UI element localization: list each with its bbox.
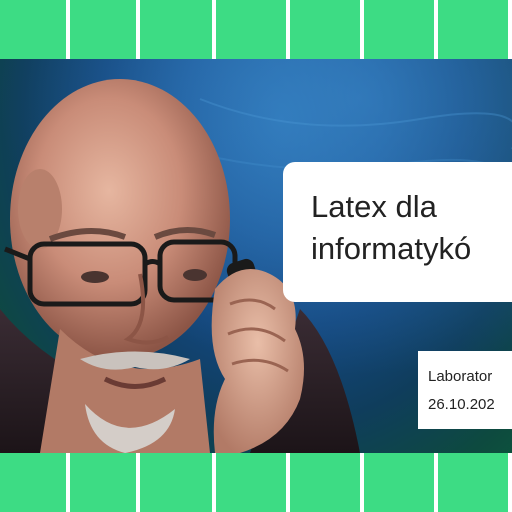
- strip-tile: [70, 0, 140, 59]
- strip-tile: [146, 453, 216, 512]
- strip-tile: [220, 0, 290, 59]
- glasses-bridge: [143, 259, 162, 267]
- strip-tile: [220, 453, 290, 512]
- strip-tile: [442, 0, 512, 59]
- video-frame: Latex dla informatykó Laborator 26.10.20…: [0, 0, 512, 512]
- title-line-1: Latex dla: [311, 189, 437, 224]
- top-decorative-strip: [0, 0, 512, 59]
- strip-tile: [0, 453, 70, 512]
- bottom-decorative-strip: [0, 453, 512, 512]
- strip-tile: [368, 453, 438, 512]
- strip-tile: [70, 453, 140, 512]
- title-card: Latex dla informatykó: [283, 162, 512, 302]
- strip-tile: [146, 0, 216, 59]
- info-line-2: 26.10.202: [428, 396, 495, 413]
- strip-tile: [294, 453, 364, 512]
- eye: [183, 269, 207, 281]
- info-card: Laborator 26.10.202: [418, 351, 512, 429]
- eye: [81, 271, 109, 283]
- strip-tile: [294, 0, 364, 59]
- title-line-2: informatykó: [311, 231, 472, 266]
- strip-tile: [368, 0, 438, 59]
- info-line-1: Laborator: [428, 368, 493, 385]
- strip-tile: [442, 453, 512, 512]
- strip-tile: [0, 0, 70, 59]
